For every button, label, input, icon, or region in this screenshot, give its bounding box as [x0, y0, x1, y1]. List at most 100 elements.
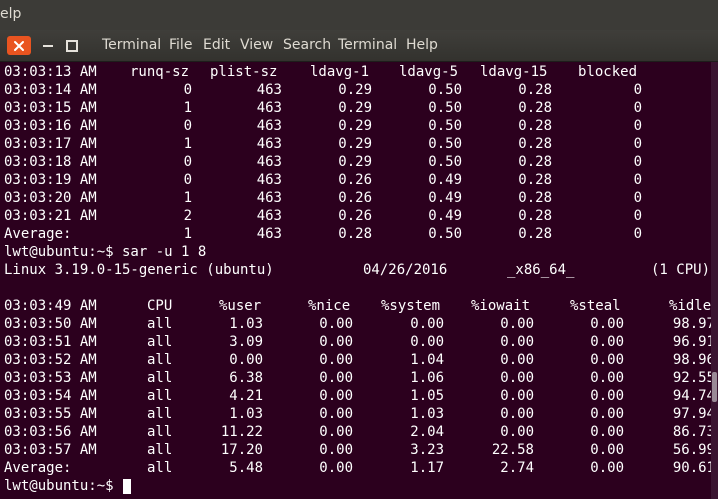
- cpu-row-idle: 98.96: [672, 352, 715, 368]
- loadavg-row-time: 03:03:18 AM: [4, 154, 97, 170]
- loadavg-row-time: 03:03:16 AM: [4, 118, 97, 134]
- loadavg-row-time: Average:: [4, 226, 72, 242]
- cpu-row-iowait: 0.00: [500, 424, 534, 440]
- menu-file[interactable]: File: [169, 37, 192, 53]
- terminal-output[interactable]: 03:03:13 AM runq-sz plist-sz ldavg-1 lda…: [0, 62, 718, 499]
- cpu-row-idle: 94.74: [672, 388, 715, 404]
- loadavg-row-plist: 463: [256, 172, 282, 188]
- menu-help[interactable]: Help: [406, 37, 438, 53]
- cpu-row-idle: 97.94: [672, 406, 715, 422]
- loadavg-row-ldavg5: 0.50: [428, 82, 462, 98]
- cpu-row-cpu: all: [147, 370, 173, 386]
- loadavg-row-ldavg15: 0.28: [518, 82, 552, 98]
- cpu-row-cpu: all: [147, 352, 173, 368]
- cpu-row-cpu: all: [147, 388, 173, 404]
- cpu-row-system: 1.17: [410, 460, 444, 476]
- cpu-row: Average: all 5.48 0.00 1.17 2.74 0.00 90.61: [0, 459, 718, 477]
- loadavg-row-runq: 1: [183, 100, 192, 116]
- loadavg-row-blocked: 0: [633, 82, 642, 98]
- loadavg-header-row: 03:03:13 AM runq-sz plist-sz ldavg-1 lda…: [0, 63, 718, 81]
- cpu-row-steal: 0.00: [590, 334, 624, 350]
- loadavg-row-plist: 463: [256, 154, 282, 170]
- cpu-row-time: 03:03:53 AM: [4, 370, 97, 386]
- loadavg-row-blocked: 0: [633, 136, 642, 152]
- terminal-scrollbar[interactable]: [711, 62, 718, 499]
- cpu-row-nice: 0.00: [319, 442, 353, 458]
- cpu-header-steal: %steal: [570, 298, 621, 314]
- cpu-row-steal: 0.00: [590, 442, 624, 458]
- menu-view[interactable]: View: [240, 37, 273, 53]
- loadavg-row: 03:03:15 AM 1 463 0.29 0.50 0.28 0: [0, 99, 718, 117]
- cpu-row-iowait: 2.74: [500, 460, 534, 476]
- loadavg-row-runq: 0: [183, 172, 192, 188]
- loadavg-row-time: 03:03:15 AM: [4, 100, 97, 116]
- cpu-row-steal: 0.00: [590, 352, 624, 368]
- loadavg-row-ldavg5: 0.49: [428, 190, 462, 206]
- cpu-row-nice: 0.00: [319, 388, 353, 404]
- command-text: lwt@ubuntu:~$ sar -u 1 8: [4, 244, 207, 260]
- cpu-row-user: 4.21: [229, 388, 263, 404]
- menu-search[interactable]: Search: [283, 37, 331, 53]
- loadavg-row-time: 03:03:20 AM: [4, 190, 97, 206]
- loadavg-header-plist: plist-sz: [210, 64, 278, 80]
- loadavg-row-ldavg5: 0.50: [428, 136, 462, 152]
- cpu-row-iowait: 0.00: [500, 352, 534, 368]
- loadavg-row-time: 03:03:17 AM: [4, 136, 97, 152]
- loadavg-row-plist: 463: [256, 226, 282, 242]
- menu-bar: Terminal File Edit View Search Terminal …: [0, 30, 718, 61]
- loadavg-row-blocked: 0: [633, 208, 642, 224]
- loadavg-row-ldavg15: 0.28: [518, 226, 552, 242]
- cpu-row-user: 1.03: [229, 316, 263, 332]
- loadavg-row-runq: 1: [183, 136, 192, 152]
- scrollbar-thumb[interactable]: [712, 372, 717, 402]
- loadavg-row-ldavg1: 0.29: [338, 118, 372, 134]
- cpu-row-idle: 92.55: [672, 370, 715, 386]
- prompt-line: lwt@ubuntu:~$: [0, 477, 718, 495]
- loadavg-row-plist: 463: [256, 208, 282, 224]
- cpu-row-nice: 0.00: [319, 406, 353, 422]
- loadavg-row-plist: 463: [256, 136, 282, 152]
- cpu-row-user: 5.48: [229, 460, 263, 476]
- cpu-row-iowait: 0.00: [500, 316, 534, 332]
- loadavg-row-ldavg15: 0.28: [518, 154, 552, 170]
- loadavg-row-blocked: 0: [633, 118, 642, 134]
- cpu-row-system: 1.04: [410, 352, 444, 368]
- background-window-strip: elp: [0, 0, 718, 30]
- cpu-row-system: 3.23: [410, 442, 444, 458]
- loadavg-row-blocked: 0: [633, 100, 642, 116]
- loadavg-row-runq: 1: [183, 190, 192, 206]
- loadavg-row-blocked: 0: [633, 190, 642, 206]
- loadavg-row-time: 03:03:14 AM: [4, 82, 97, 98]
- cpu-row-steal: 0.00: [590, 460, 624, 476]
- cpu-header-nice: %nice: [308, 298, 351, 314]
- cpu-row-idle: 56.99: [672, 442, 715, 458]
- cpu-row-cpu: all: [147, 316, 173, 332]
- sysinfo-line: Linux 3.19.0-15-generic (ubuntu) 04/26/2…: [0, 261, 718, 279]
- loadavg-header-ldavg5: ldavg-5: [399, 64, 459, 80]
- menu-edit[interactable]: Edit: [203, 37, 230, 53]
- loadavg-row-ldavg1: 0.26: [338, 208, 372, 224]
- loadavg-header-blocked: blocked: [578, 64, 638, 80]
- cpu-row: 03:03:53 AM all 6.38 0.00 1.06 0.00 0.00 92.55: [0, 369, 718, 387]
- loadavg-row-ldavg1: 0.28: [338, 226, 372, 242]
- loadavg-row-time: 03:03:19 AM: [4, 172, 97, 188]
- cpu-row-iowait: 0.00: [500, 406, 534, 422]
- loadavg-header-ldavg1: ldavg-1: [310, 64, 370, 80]
- cpu-row-user: 0.00: [229, 352, 263, 368]
- cpu-row: 03:03:56 AM all 11.22 0.00 2.04 0.00 0.00 86.73: [0, 423, 718, 441]
- loadavg-row-ldavg5: 0.49: [428, 172, 462, 188]
- loadavg-row-plist: 463: [256, 118, 282, 134]
- loadavg-row-plist: 463: [256, 82, 282, 98]
- loadavg-row-blocked: 0: [633, 172, 642, 188]
- menu-terminal-app[interactable]: Terminal: [102, 37, 161, 53]
- loadavg-row: 03:03:21 AM 2 463 0.26 0.49 0.28 0: [0, 207, 718, 225]
- loadavg-row-ldavg1: 0.29: [338, 136, 372, 152]
- cpu-row-user: 11.22: [220, 424, 263, 440]
- menu-terminal[interactable]: Terminal: [338, 37, 397, 53]
- loadavg-row: 03:03:17 AM 1 463 0.29 0.50 0.28 0: [0, 135, 718, 153]
- cpu-row-steal: 0.00: [590, 316, 624, 332]
- cpu-row-cpu: all: [147, 424, 173, 440]
- sysinfo-kernel: Linux 3.19.0-15-generic (ubuntu): [4, 262, 274, 278]
- loadavg-row-runq: 0: [183, 82, 192, 98]
- loadavg-row-blocked: 0: [633, 226, 642, 242]
